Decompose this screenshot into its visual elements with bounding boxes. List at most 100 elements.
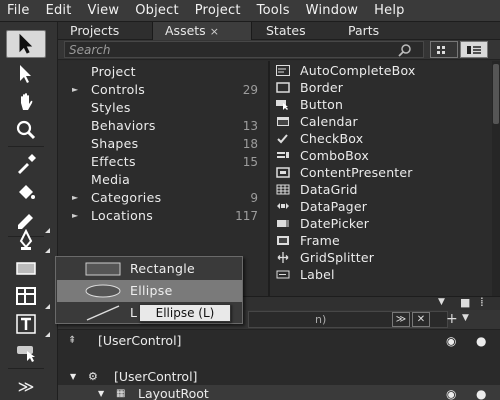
grid-tool[interactable] [6, 282, 50, 310]
eye-icon[interactable]: ◉ [446, 332, 456, 350]
tree-item-label: [UserControl] [114, 369, 198, 384]
list-item[interactable]: CheckBox [270, 130, 492, 147]
clear-search-button[interactable]: ✕ [412, 312, 430, 327]
category-count: 15 [242, 155, 258, 169]
control-label: DatePicker [300, 216, 370, 231]
expand-arrow-icon[interactable]: ▼ [98, 385, 104, 400]
list-view-button[interactable] [460, 41, 488, 58]
pin-icon[interactable]: ▼ [438, 297, 445, 307]
chevron-down-icon[interactable]: ▼ [462, 313, 469, 323]
list-item[interactable]: DatePicker [270, 215, 492, 232]
category-item[interactable]: Project [58, 63, 268, 81]
menu-file[interactable]: File [0, 3, 39, 18]
eyedropper-tool[interactable] [6, 150, 46, 178]
list-item[interactable]: ContentPresenter [270, 164, 492, 181]
zoom-tool[interactable] [6, 116, 46, 144]
category-label: Project [91, 64, 136, 79]
expand-arrow-icon[interactable]: ► [72, 189, 78, 207]
search-icon[interactable] [398, 43, 412, 57]
category-count: 18 [242, 137, 258, 151]
category-item[interactable]: Shapes 18 [58, 135, 268, 153]
datagrid-icon [276, 184, 290, 195]
list-item[interactable]: Button [270, 96, 492, 113]
tree-item[interactable]: ▼ ⚙ [UserControl] [58, 368, 500, 386]
expand-arrow-icon[interactable]: ► [72, 207, 78, 225]
tooltip: Ellipse (L) [139, 304, 231, 322]
add-icon[interactable]: + [446, 311, 458, 327]
menu-dots-icon[interactable]: ⁞ [480, 295, 484, 309]
asset-search-bar [58, 40, 500, 60]
flyout-label: Ellipse [130, 283, 173, 298]
list-item[interactable]: DataPager [270, 198, 492, 215]
direct-selection-tool[interactable] [6, 60, 46, 88]
scope-up-icon[interactable]: ⇞ [68, 332, 76, 350]
expand-tools-button[interactable]: ≫ [6, 372, 46, 400]
list-item[interactable]: Frame [270, 232, 492, 249]
magnifier-icon [16, 120, 36, 140]
control-icon [17, 346, 35, 362]
category-item[interactable]: ► Locations 117 [58, 207, 268, 225]
search-input[interactable] [64, 41, 424, 58]
category-item[interactable]: Effects 15 [58, 153, 268, 171]
menu-view[interactable]: View [81, 3, 129, 18]
pan-tool[interactable] [6, 88, 46, 116]
category-item[interactable]: Media [58, 171, 268, 189]
close-icon[interactable]: × [210, 25, 219, 38]
rectangle-tool[interactable] [6, 254, 46, 282]
category-label: Shapes [91, 136, 139, 151]
category-item[interactable]: ► Controls 29 [58, 81, 268, 99]
tab-states[interactable]: States [254, 22, 334, 40]
paint-bucket-tool[interactable] [6, 178, 46, 206]
tree-item[interactable]: ⇞ [UserControl] ◉ ● [58, 332, 500, 350]
panel-tabs: Projects Assets × States Parts [58, 22, 500, 40]
menu-object[interactable]: Object [128, 3, 188, 18]
list-item[interactable]: Border [270, 79, 492, 96]
rectangle-tool-icon [16, 262, 36, 275]
menu-window[interactable]: Window [299, 3, 367, 18]
menu-edit[interactable]: Edit [39, 3, 81, 18]
lock-toggle-icon[interactable]: ● [476, 332, 486, 350]
grid-view-button[interactable] [430, 41, 458, 58]
list-item[interactable]: Calendar [270, 113, 492, 130]
tree-item[interactable]: ▼ ▦ LayoutRoot ◉ ● [58, 385, 500, 400]
category-item[interactable]: Behaviors 13 [58, 117, 268, 135]
lock-toggle-icon[interactable]: ● [476, 385, 486, 400]
tools-panel: ≫ [0, 22, 58, 400]
selection-tool[interactable] [6, 30, 46, 58]
tab-label: Projects [70, 23, 120, 38]
pen-tool[interactable] [6, 226, 50, 254]
grid-icon [16, 287, 36, 305]
menu-tools[interactable]: Tools [250, 3, 299, 18]
text-tool[interactable] [6, 310, 50, 338]
tab-assets[interactable]: Assets × [152, 22, 252, 40]
flyout-item-ellipse[interactable]: Ellipse [57, 280, 242, 302]
button-icon [276, 100, 288, 110]
close-icon[interactable]: ■ [460, 296, 470, 309]
list-item[interactable]: ComboBox [270, 147, 492, 164]
flyout-item-rectangle[interactable]: Rectangle [57, 258, 242, 280]
collapse-all-button[interactable]: ≫ [392, 312, 410, 327]
list-item[interactable]: AutoCompleteBox [270, 62, 492, 79]
tab-projects[interactable]: Projects [58, 22, 152, 40]
menu-help[interactable]: Help [367, 3, 413, 18]
tab-parts[interactable]: Parts [336, 22, 416, 40]
menu-project[interactable]: Project [188, 3, 250, 18]
frame-icon [277, 236, 289, 245]
hand-icon [21, 93, 33, 110]
list-item[interactable]: GridSplitter [270, 249, 492, 266]
control-label: Frame [300, 233, 340, 248]
expand-arrow-icon[interactable]: ▼ [70, 368, 76, 386]
pen-nib-icon [19, 229, 33, 250]
tab-label: Assets [165, 23, 206, 38]
list-item[interactable]: Label [270, 266, 492, 283]
category-item[interactable]: ► Categories 9 [58, 189, 268, 207]
control-label: ComboBox [300, 148, 369, 163]
list-item[interactable]: DataGrid [270, 181, 492, 198]
category-count: 117 [235, 209, 258, 223]
control-label: Label [300, 267, 335, 282]
eye-icon[interactable]: ◉ [446, 385, 456, 400]
scrollbar-thumb[interactable] [493, 64, 499, 124]
category-item[interactable]: Styles [58, 99, 268, 117]
asset-tool[interactable] [6, 338, 46, 366]
expand-arrow-icon[interactable]: ► [72, 81, 78, 99]
